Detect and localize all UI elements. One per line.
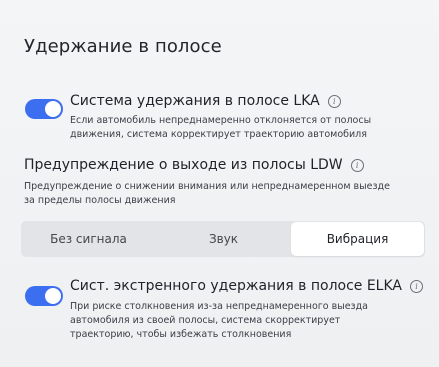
option-sound[interactable]: Звук	[156, 221, 291, 257]
lka-title-row: Система удержания в полосе LKA i	[70, 92, 341, 110]
elka-toggle[interactable]	[25, 286, 63, 306]
toggle-knob	[45, 101, 61, 117]
elka-title: Сист. экстренного удержания в полосе ELK…	[70, 278, 402, 294]
lka-title: Система удержания в полосе LKA	[70, 93, 320, 109]
option-no-signal[interactable]: Без сигнала	[21, 221, 156, 257]
elka-description: При риске столкновения из-за непреднамер…	[70, 300, 368, 342]
elka-description-line: траекторию, чтобы избежать столкновения	[70, 329, 292, 340]
info-icon[interactable]: i	[410, 280, 423, 293]
info-icon[interactable]: i	[350, 159, 364, 172]
lka-description: Если автомобиль непреднамеренно отклоняе…	[70, 114, 371, 142]
lane-keeping-panel: Удержание в полосе Система удержания в п…	[0, 0, 439, 367]
ldw-description-line: Предупреждение о снижении внимания или н…	[24, 181, 390, 192]
toggle-knob	[45, 288, 61, 304]
elka-description-line: При риске столкновения из-за непреднамер…	[70, 301, 368, 312]
ldw-alert-mode-selector: Без сигнала Звук Вибрация	[21, 221, 425, 257]
ldw-description: Предупреждение о снижении внимания или н…	[24, 180, 390, 208]
info-icon[interactable]: i	[327, 95, 341, 108]
section-title: Удержание в полосе	[24, 36, 222, 57]
lka-description-line: Если автомобиль непреднамеренно отклоняе…	[70, 115, 372, 126]
lka-toggle[interactable]	[25, 99, 63, 119]
lka-description-line: движения, система корректирует траектори…	[70, 129, 367, 140]
ldw-description-line: за пределы полосы движения	[24, 195, 176, 206]
option-vibration[interactable]: Вибрация	[291, 222, 424, 256]
elka-description-line: автомобиля из своей полосы, система скор…	[70, 315, 341, 326]
elka-title-row: Сист. экстренного удержания в полосе ELK…	[70, 277, 423, 295]
ldw-title-row: Предупреждение о выходе из полосы LDW i	[24, 156, 364, 174]
ldw-title: Предупреждение о выходе из полосы LDW	[24, 157, 343, 173]
